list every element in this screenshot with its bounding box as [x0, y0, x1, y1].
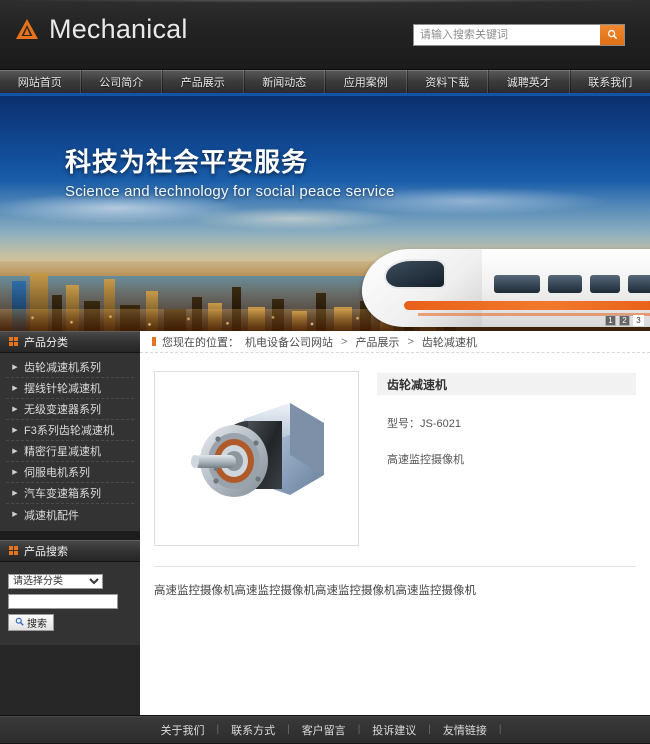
product-info: 齿轮减速机 型号：JS-6021 高速监控摄像机 [377, 371, 636, 546]
product-image-box[interactable] [154, 371, 359, 546]
category-label: 摆线针轮减速机 [24, 383, 101, 395]
footer-link-guestbook[interactable]: 客户留言 [290, 722, 358, 738]
main-bottom-spacer [140, 601, 650, 641]
category-label: 伺服电机系列 [24, 467, 90, 479]
site-footer: 关于我们 | 联系方式 | 客户留言 | 投诉建议 | 友情链接 | Copyr… [0, 715, 650, 744]
main-panel: 您现在的位置： 机电设备公司网站 > 产品展示 > 齿轮减速机 齿轮减速机 型号… [140, 331, 650, 715]
site-header: Mechanical [0, 0, 650, 70]
product-title: 齿轮减速机 [377, 373, 636, 395]
hero-banner: 科技为社会平安服务 Science and technology for soc… [0, 96, 650, 331]
sidebar-filler [0, 645, 140, 715]
product-model-value: JS-6021 [420, 418, 461, 430]
product-detail: 齿轮减速机 型号：JS-6021 高速监控摄像机 [140, 353, 650, 546]
category-label: 减速机配件 [24, 509, 79, 522]
sidebar-item-gear-reducer[interactable]: ▶ 齿轮减速机系列 [6, 357, 134, 378]
footer-link-about[interactable]: 关于我们 [148, 722, 216, 738]
chevron-right-icon: ▶ [12, 489, 18, 497]
breadcrumb-item-products[interactable]: 产品展示 [355, 334, 399, 350]
nav-item-careers[interactable]: 诚聘英才 [488, 70, 570, 93]
gear-reducer-image [190, 402, 324, 497]
banner-title: 科技为社会平安服务 [65, 147, 309, 177]
banner-text-block: 科技为社会平安服务 Science and technology for soc… [65, 146, 395, 200]
nav-item-home[interactable]: 网站首页 [0, 70, 81, 93]
chevron-right-icon: ▶ [12, 426, 18, 434]
chevron-right-icon: ▶ [12, 447, 18, 455]
chevron-right-icon: ▶ [12, 405, 18, 413]
sidebar-item-cycloidal-reducer[interactable]: ▶ 摆线针轮减速机 [6, 378, 134, 399]
chevron-right-icon: ▶ [12, 363, 18, 371]
breadcrumb-item-current[interactable]: 齿轮减速机 [422, 334, 477, 350]
breadcrumb-prefix: 您现在的位置： [162, 336, 239, 349]
train-illustration [362, 212, 650, 327]
nav-item-news[interactable]: 新闻动态 [243, 70, 325, 93]
product-search-form: 请选择分类 搜索 [0, 562, 140, 645]
grid-squares-icon [9, 546, 18, 555]
site-logo[interactable]: Mechanical [14, 15, 188, 43]
chevron-right-icon: ▶ [12, 468, 18, 476]
category-panel-header: 产品分类 [0, 331, 140, 353]
breadcrumb-separator: > [407, 335, 414, 348]
search-input[interactable] [414, 25, 600, 45]
banner-slide-2[interactable]: 2 [619, 315, 630, 326]
product-search-button-label: 搜索 [27, 619, 47, 630]
chevron-right-icon: ▶ [12, 511, 18, 518]
category-label: F3系列齿轮减速机 [24, 425, 114, 437]
category-label: 齿轮减速机系列 [24, 362, 101, 374]
footer-link-complaints[interactable]: 投诉建议 [360, 722, 428, 738]
category-label: 精密行星减速机 [24, 446, 101, 458]
breadcrumb-separator: > [341, 335, 348, 348]
nav-item-about[interactable]: 公司简介 [80, 70, 162, 93]
main-navigation: 网站首页 公司简介 产品展示 新闻动态 应用案例 资料下载 诚聘英才 联系我们 [0, 70, 650, 96]
product-model-label: 型号： [387, 418, 420, 430]
banner-pagination: 1 2 3 [605, 315, 644, 326]
search-button[interactable] [600, 25, 624, 45]
product-search-button[interactable]: 搜索 [8, 614, 54, 631]
footer-links: 关于我们 | 联系方式 | 客户留言 | 投诉建议 | 友情链接 | [0, 716, 650, 744]
product-summary: 高速监控摄像机 [387, 454, 464, 466]
logo-text: Mechanical [49, 14, 188, 44]
sidebar-item-auto-gearbox[interactable]: ▶ 汽车变速箱系列 [6, 483, 134, 504]
category-panel-title: 产品分类 [24, 336, 68, 349]
footer-link-partners[interactable]: 友情链接 [431, 722, 499, 738]
sidebar: 产品分类 ▶ 齿轮减速机系列 ▶ 摆线针轮减速机 ▶ 无级变速器系列 ▶ F3系… [0, 331, 140, 715]
category-label: 无级变速器系列 [24, 404, 101, 416]
footer-link-contact[interactable]: 联系方式 [219, 722, 287, 738]
category-label: 汽车变速箱系列 [24, 488, 101, 500]
sidebar-item-variable-speed[interactable]: ▶ 无级变速器系列 [6, 399, 134, 420]
breadcrumb-item-site[interactable]: 机电设备公司网站 [245, 334, 333, 350]
sidebar-item-reducer-parts[interactable]: ▶ 减速机配件 [6, 504, 134, 525]
chevron-right-icon: ▶ [12, 384, 18, 392]
breadcrumb-marker-icon [152, 337, 156, 346]
product-description: 高速监控摄像机高速监控摄像机高速监控摄像机高速监控摄像机 [154, 566, 636, 601]
search-icon [607, 28, 618, 43]
search-panel-title: 产品搜索 [24, 545, 68, 558]
nav-item-products[interactable]: 产品展示 [162, 70, 244, 93]
sidebar-item-servo-motor[interactable]: ▶ 伺服电机系列 [6, 462, 134, 483]
triangle-mark-icon [14, 16, 40, 42]
footer-separator: | [498, 724, 502, 735]
banner-slide-1[interactable]: 1 [605, 315, 616, 326]
sidebar-item-planetary-reducer[interactable]: ▶ 精密行星减速机 [6, 441, 134, 462]
search-panel-header: 产品搜索 [0, 540, 140, 562]
nav-item-downloads[interactable]: 资料下载 [406, 70, 488, 93]
product-model: 型号：JS-6021 [377, 415, 636, 431]
category-select[interactable]: 请选择分类 [8, 574, 103, 589]
banner-subtitle: Science and technology for social peace … [65, 183, 395, 200]
search-icon [15, 617, 24, 629]
nav-item-contact[interactable]: 联系我们 [569, 70, 650, 93]
content-area: 产品分类 ▶ 齿轮减速机系列 ▶ 摆线针轮减速机 ▶ 无级变速器系列 ▶ F3系… [0, 331, 650, 715]
banner-slide-3[interactable]: 3 [633, 315, 644, 326]
grid-squares-icon [9, 337, 18, 346]
header-search [413, 24, 625, 46]
sidebar-item-f3-gear-reducer[interactable]: ▶ F3系列齿轮减速机 [6, 420, 134, 441]
category-list: ▶ 齿轮减速机系列 ▶ 摆线针轮减速机 ▶ 无级变速器系列 ▶ F3系列齿轮减速… [0, 353, 140, 531]
keyword-input[interactable] [8, 594, 118, 609]
page-root: Mechanical 网站首页 公司简介 产品展示 新闻动态 应用案例 资料下载… [0, 0, 650, 744]
nav-item-cases[interactable]: 应用案例 [325, 70, 407, 93]
panel-divider [0, 531, 140, 540]
breadcrumb: 您现在的位置： 机电设备公司网站 > 产品展示 > 齿轮减速机 [140, 331, 650, 353]
